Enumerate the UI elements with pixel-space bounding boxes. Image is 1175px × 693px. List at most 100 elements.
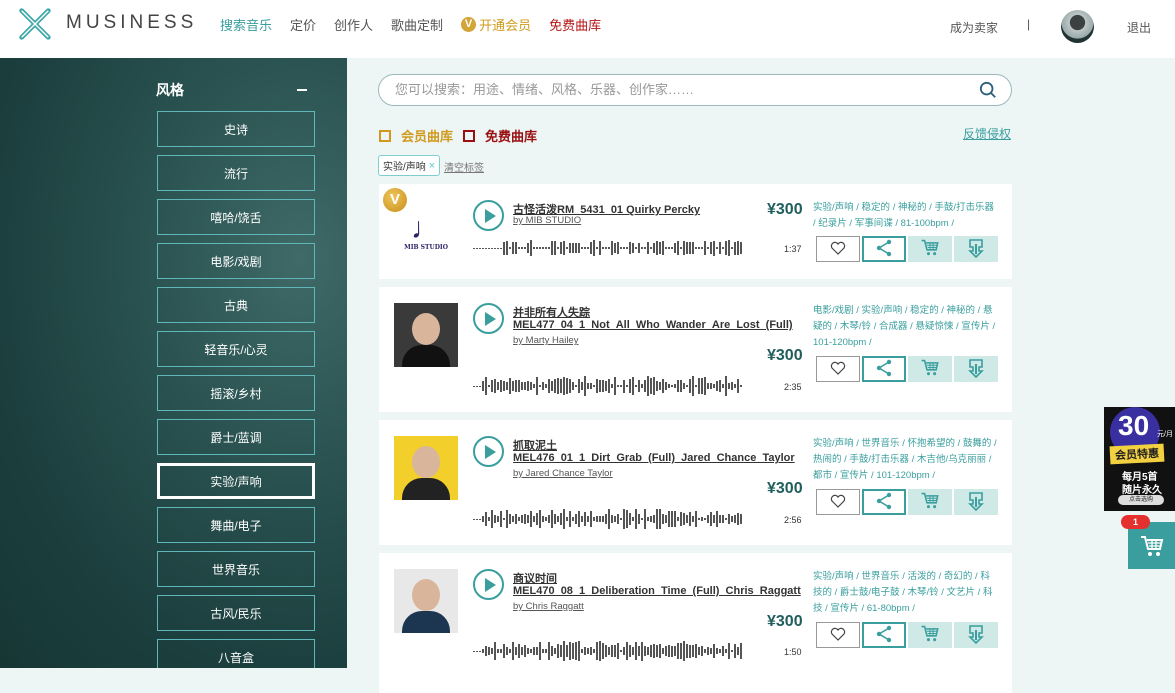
add-to-cart-button[interactable] — [908, 236, 952, 262]
remove-tag-icon[interactable]: × — [429, 160, 435, 172]
share-button[interactable] — [862, 622, 906, 648]
free-library-label[interactable]: 免费曲库 — [485, 126, 537, 145]
waveform-bar — [632, 516, 634, 522]
waveform-bar — [671, 645, 673, 657]
waveform-bar — [686, 242, 688, 254]
download-button[interactable] — [954, 356, 998, 382]
style-option[interactable]: 实验/声响 — [157, 463, 315, 499]
waveform-bar — [677, 643, 679, 659]
play-button[interactable] — [473, 436, 504, 467]
waveform-bar — [641, 641, 643, 661]
track-title[interactable]: 抓取泥土 — [513, 437, 557, 453]
waveform-bar — [713, 240, 715, 256]
style-option[interactable]: 摇滚/乡村 — [157, 375, 315, 411]
style-option[interactable]: 舞曲/电子 — [157, 507, 315, 543]
collapse-icon[interactable] — [297, 89, 307, 91]
style-option[interactable]: 古典 — [157, 287, 315, 323]
add-to-cart-button[interactable] — [908, 356, 952, 382]
track-cover-image[interactable] — [394, 436, 458, 500]
play-button[interactable] — [473, 200, 504, 231]
style-option[interactable]: 八音盒 — [157, 639, 315, 668]
library-filters: 会员曲库 免费曲库 — [379, 126, 537, 145]
clear-tags-link[interactable]: 清空标签 — [444, 159, 484, 174]
favorite-button[interactable] — [816, 236, 860, 262]
member-library-label[interactable]: 会员曲库 — [401, 126, 453, 145]
play-button[interactable] — [473, 303, 504, 334]
favorite-button[interactable] — [816, 622, 860, 648]
waveform-bar — [659, 509, 661, 529]
search-icon[interactable] — [979, 81, 997, 99]
waveform-bar — [545, 648, 547, 654]
nav-search-music[interactable]: 搜索音乐 — [220, 15, 272, 34]
nav-creators[interactable]: 创作人 — [334, 15, 373, 34]
share-button[interactable] — [862, 356, 906, 382]
track-artist-link[interactable]: by Marty Hailey — [513, 335, 578, 346]
waveform-bar — [575, 641, 577, 661]
musiness-logo[interactable] — [16, 5, 54, 43]
favorite-button[interactable] — [816, 489, 860, 515]
waveform-bar — [671, 384, 673, 388]
waveform-bar — [542, 247, 544, 249]
nav-free-library[interactable]: 免费曲库 — [549, 15, 601, 34]
track-filename[interactable]: MEL477_04_1_Not_All_Who_Wander_Are_Lost_… — [513, 319, 793, 331]
track-filename[interactable]: MEL476_01_1_Dirt_Grab_(Full)_Jared_Chanc… — [513, 452, 795, 464]
style-option[interactable]: 电影/戏剧 — [157, 243, 315, 279]
nav-custom-song[interactable]: 歌曲定制 — [391, 15, 443, 34]
sidebar-title: 风格 — [156, 82, 184, 98]
waveform-bar — [563, 509, 565, 529]
style-option[interactable]: 古风/民乐 — [157, 595, 315, 631]
track-cover-image[interactable]: ♩ MIB STUDIO — [394, 200, 458, 264]
track-tags[interactable]: 实验/声响 / 世界音乐 / 活泼的 / 奇幻的 / 科技的 / 爵士鼓/电子鼓… — [813, 569, 999, 617]
feedback-infringement-link[interactable]: 反馈侵权 — [963, 125, 1011, 142]
waveform-bar — [647, 241, 649, 255]
track-waveform[interactable] — [473, 375, 753, 397]
nav-pricing[interactable]: 定价 — [290, 15, 316, 34]
style-option[interactable]: 史诗 — [157, 111, 315, 147]
floating-cart-button[interactable] — [1128, 522, 1175, 569]
download-button[interactable] — [954, 622, 998, 648]
track-title[interactable]: 并非所有人失踪 — [513, 304, 590, 320]
track-artist-link[interactable]: by MIB STUDIO — [513, 215, 581, 226]
waveform-bar — [734, 643, 736, 659]
search-input[interactable] — [395, 82, 955, 97]
style-option[interactable]: 嘻哈/饶舌 — [157, 199, 315, 235]
download-button[interactable] — [954, 489, 998, 515]
add-to-cart-button[interactable] — [908, 489, 952, 515]
track-tags[interactable]: 实验/声响 / 世界音乐 / 怀抱希望的 / 鼓舞的 / 热闹的 / 手鼓/打击… — [813, 436, 999, 484]
style-option[interactable]: 世界音乐 — [157, 551, 315, 587]
waveform-bar — [497, 515, 499, 523]
waveform-bar — [617, 643, 619, 659]
share-button[interactable] — [862, 489, 906, 515]
track-filename[interactable]: MEL470_08_1_Deliberation_Time_(Full)_Chr… — [513, 585, 801, 597]
membership-promo-banner[interactable]: 30 元/月 会员特惠 每月5首 随片永久 点击选购 — [1104, 407, 1175, 511]
track-title[interactable]: 商议时间 — [513, 570, 557, 586]
user-avatar[interactable] — [1061, 10, 1094, 43]
track-cover-image[interactable] — [394, 303, 458, 367]
free-library-checkbox[interactable] — [463, 129, 476, 142]
download-button[interactable] — [954, 236, 998, 262]
track-waveform[interactable] — [473, 237, 753, 259]
track-waveform[interactable] — [473, 508, 753, 530]
member-library-checkbox[interactable] — [379, 129, 391, 142]
share-button[interactable] — [862, 236, 906, 262]
style-option[interactable]: 流行 — [157, 155, 315, 191]
brand-name[interactable]: MUSINESS — [66, 12, 197, 34]
style-option[interactable]: 爵士/蓝调 — [157, 419, 315, 455]
logout-link[interactable]: 退出 — [1127, 19, 1151, 36]
become-seller-link[interactable]: 成为卖家 — [950, 19, 998, 36]
track-cover-image[interactable] — [394, 569, 458, 633]
style-option[interactable]: 轻音乐/心灵 — [157, 331, 315, 367]
waveform-bar — [539, 509, 541, 529]
favorite-button[interactable] — [816, 356, 860, 382]
track-waveform[interactable] — [473, 640, 753, 662]
play-button[interactable] — [473, 569, 504, 600]
track-tags[interactable]: 实验/声响 / 稳定的 / 神秘的 / 手鼓/打击乐器 / 纪录片 / 军事间谍… — [813, 200, 999, 232]
promo-buy-button[interactable]: 点击选购 — [1118, 495, 1164, 505]
track-artist-link[interactable]: by Chris Raggatt — [513, 601, 584, 612]
waveform-bar — [728, 513, 730, 525]
track-tags[interactable]: 电影/戏剧 / 实验/声响 / 稳定的 / 神秘的 / 悬疑的 / 木琴/铃 /… — [813, 303, 999, 351]
track-artist-link[interactable]: by Jared Chance Taylor — [513, 468, 613, 479]
waveform-bar — [725, 648, 727, 654]
nav-membership[interactable]: V 开通会员 — [461, 15, 531, 34]
add-to-cart-button[interactable] — [908, 622, 952, 648]
